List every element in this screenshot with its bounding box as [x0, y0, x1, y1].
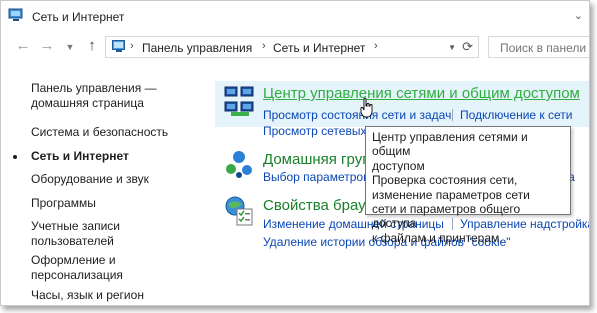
- network-app-icon: [8, 8, 23, 21]
- sidebar-item-home[interactable]: Панель управления — домашняя страница: [31, 81, 157, 111]
- active-bullet-icon: [13, 155, 17, 159]
- sidebar-item-programs[interactable]: Программы: [31, 196, 96, 211]
- control-panel-window: Сеть и Интернет ⌄ ← → ▼ ↑ › Панель управ…: [0, 0, 590, 306]
- tooltip-line: Центр управления сетями и общим: [372, 130, 528, 159]
- breadcrumb-separator-icon[interactable]: ›: [130, 40, 134, 52]
- tooltip-line: доступом: [372, 158, 425, 173]
- sidebar-item-network-internet[interactable]: Сеть и Интернет: [31, 149, 129, 164]
- tooltip: Центр управления сетями и общим доступом…: [365, 126, 571, 245]
- sidebar-item-user-accounts[interactable]: Учетные записи пользователей: [31, 219, 120, 249]
- link-view-network-status[interactable]: Просмотр состояния сети и задач: [263, 108, 451, 122]
- search-box[interactable]: [488, 36, 589, 58]
- tooltip-line: к файлам и принтерам.: [372, 230, 503, 245]
- forward-arrow-icon[interactable]: →: [39, 38, 55, 54]
- ribbon-expand-icon[interactable]: ⌄: [574, 9, 583, 22]
- breadcrumb-separator-icon[interactable]: ›: [262, 40, 266, 52]
- homegroup-icon[interactable]: [225, 149, 255, 179]
- tooltip-line: изменение параметров сети: [372, 187, 530, 202]
- sidebar-item-appearance[interactable]: Оформление и персонализация: [31, 253, 123, 283]
- up-arrow-icon[interactable]: ↑: [84, 38, 100, 54]
- refresh-icon[interactable]: ⟳: [462, 39, 473, 55]
- link-separator: [452, 109, 453, 121]
- link-connect-to-network[interactable]: Подключение к сети: [460, 108, 572, 122]
- hand-cursor-icon: [360, 98, 373, 118]
- network-center-icon[interactable]: [223, 85, 257, 117]
- tooltip-line: Проверка состояния сети,: [372, 173, 518, 188]
- breadcrumb-separator-icon[interactable]: ›: [374, 40, 378, 52]
- tooltip-line: сети и параметров общего доступа: [372, 202, 521, 231]
- sidebar-item-system-security[interactable]: Система и безопасность: [31, 125, 168, 140]
- breadcrumb-network-internet[interactable]: Сеть и Интернет: [273, 41, 365, 55]
- sidebar-item-clock-region[interactable]: Часы, язык и регион: [31, 288, 144, 303]
- internet-options-icon[interactable]: [223, 195, 255, 227]
- title-bar: Сеть и Интернет ⌄: [1, 1, 589, 31]
- address-history-dropdown-icon[interactable]: ▼: [448, 43, 456, 52]
- recent-locations-dropdown-icon[interactable]: ▼: [62, 39, 78, 55]
- sidebar-item-label: Панель управления — домашняя страница: [31, 81, 157, 110]
- sidebar: Панель управления — домашняя страница Си…: [1, 61, 201, 303]
- breadcrumb-control-panel[interactable]: Панель управления: [142, 41, 252, 55]
- address-bar[interactable]: › Панель управления › Сеть и Интернет › …: [105, 36, 479, 58]
- sidebar-item-hardware-sound[interactable]: Оборудование и звук: [31, 172, 149, 187]
- back-arrow-icon[interactable]: ←: [15, 38, 31, 54]
- category-title-network-center[interactable]: Центр управления сетями и общим доступом: [263, 85, 580, 102]
- control-panel-icon: [112, 40, 125, 52]
- window-title: Сеть и Интернет: [32, 10, 125, 24]
- navigation-bar: ← → ▼ ↑ › Панель управления › Сеть и Инт…: [1, 34, 589, 60]
- search-input[interactable]: [498, 40, 589, 56]
